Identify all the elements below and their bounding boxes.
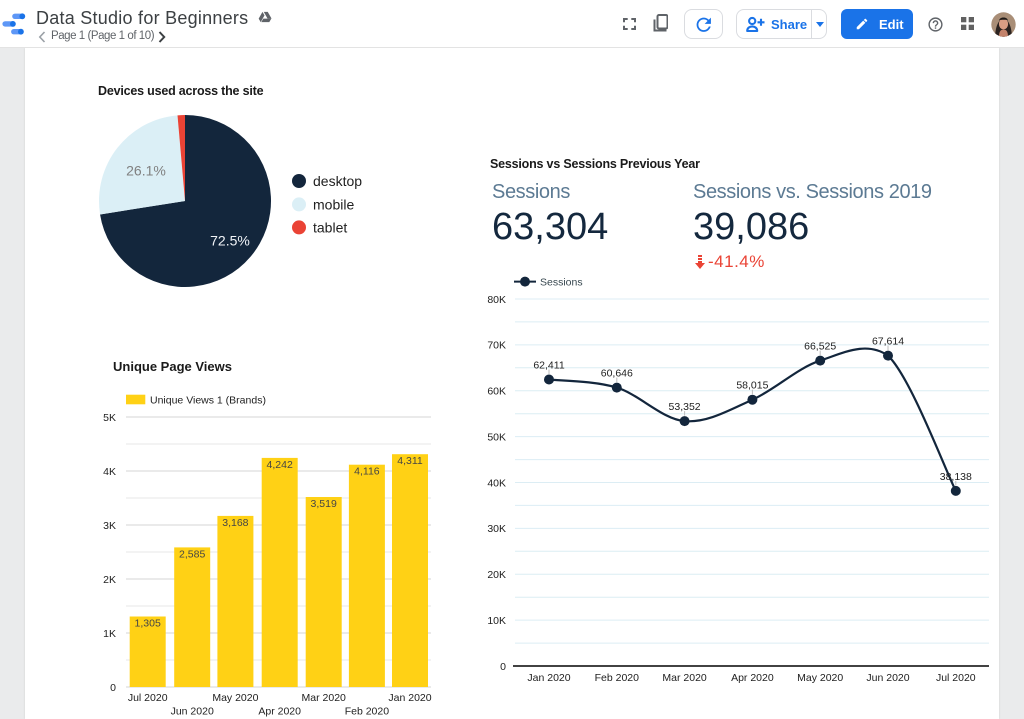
svg-text:20K: 20K bbox=[487, 569, 506, 581]
svg-text:5K: 5K bbox=[103, 412, 116, 424]
svg-text:1K: 1K bbox=[103, 628, 116, 640]
svg-text:Sessions: Sessions bbox=[540, 276, 583, 288]
svg-text:Jul 2020: Jul 2020 bbox=[128, 692, 168, 704]
svg-text:Feb 2020: Feb 2020 bbox=[345, 706, 390, 718]
svg-text:Apr 2020: Apr 2020 bbox=[731, 672, 774, 684]
svg-text:Mar 2020: Mar 2020 bbox=[302, 692, 347, 704]
svg-text:1,305: 1,305 bbox=[135, 618, 161, 630]
svg-text:10K: 10K bbox=[487, 615, 506, 627]
svg-text:Unique Views 1 (Brands): Unique Views 1 (Brands) bbox=[150, 395, 266, 407]
svg-text:38,138: 38,138 bbox=[940, 471, 972, 483]
svg-text:66,525: 66,525 bbox=[804, 341, 836, 353]
svg-text:40K: 40K bbox=[487, 477, 506, 489]
svg-text:4,116: 4,116 bbox=[354, 466, 380, 478]
svg-text:May 2020: May 2020 bbox=[797, 672, 843, 684]
svg-text:58,015: 58,015 bbox=[736, 380, 768, 392]
svg-text:60K: 60K bbox=[487, 386, 506, 398]
svg-text:May 2020: May 2020 bbox=[212, 692, 258, 704]
svg-text:desktop: desktop bbox=[313, 173, 362, 189]
svg-text:4,242: 4,242 bbox=[267, 459, 293, 471]
svg-text:Apr 2020: Apr 2020 bbox=[258, 706, 301, 718]
svg-text:0: 0 bbox=[500, 661, 506, 673]
svg-text:0: 0 bbox=[110, 682, 116, 694]
svg-text:50K: 50K bbox=[487, 431, 506, 443]
svg-text:Jan 2020: Jan 2020 bbox=[388, 692, 431, 704]
svg-text:tablet: tablet bbox=[313, 219, 347, 235]
svg-text:Jan 2020: Jan 2020 bbox=[527, 672, 570, 684]
svg-text:60,646: 60,646 bbox=[601, 368, 633, 380]
svg-text:Jun 2020: Jun 2020 bbox=[866, 672, 909, 684]
svg-text:67,614: 67,614 bbox=[872, 336, 904, 348]
svg-text:Jul 2020: Jul 2020 bbox=[936, 672, 976, 684]
svg-text:80K: 80K bbox=[487, 294, 506, 306]
svg-text:mobile: mobile bbox=[313, 196, 354, 212]
svg-text:2K: 2K bbox=[103, 574, 116, 586]
svg-text:3,168: 3,168 bbox=[222, 517, 248, 529]
svg-text:3,519: 3,519 bbox=[311, 498, 337, 510]
svg-text:30K: 30K bbox=[487, 523, 506, 535]
svg-text:3K: 3K bbox=[103, 520, 116, 532]
svg-text:26.1%: 26.1% bbox=[126, 163, 166, 179]
svg-text:72.5%: 72.5% bbox=[210, 233, 250, 249]
svg-text:Feb 2020: Feb 2020 bbox=[595, 672, 640, 684]
svg-text:2,585: 2,585 bbox=[179, 548, 205, 560]
svg-text:Mar 2020: Mar 2020 bbox=[662, 672, 707, 684]
svg-text:4K: 4K bbox=[103, 466, 116, 478]
svg-text:53,352: 53,352 bbox=[669, 401, 701, 413]
svg-text:Jun 2020: Jun 2020 bbox=[171, 706, 214, 718]
svg-text:70K: 70K bbox=[487, 340, 506, 352]
svg-text:62,411: 62,411 bbox=[533, 360, 564, 372]
svg-text:4,311: 4,311 bbox=[397, 455, 423, 467]
